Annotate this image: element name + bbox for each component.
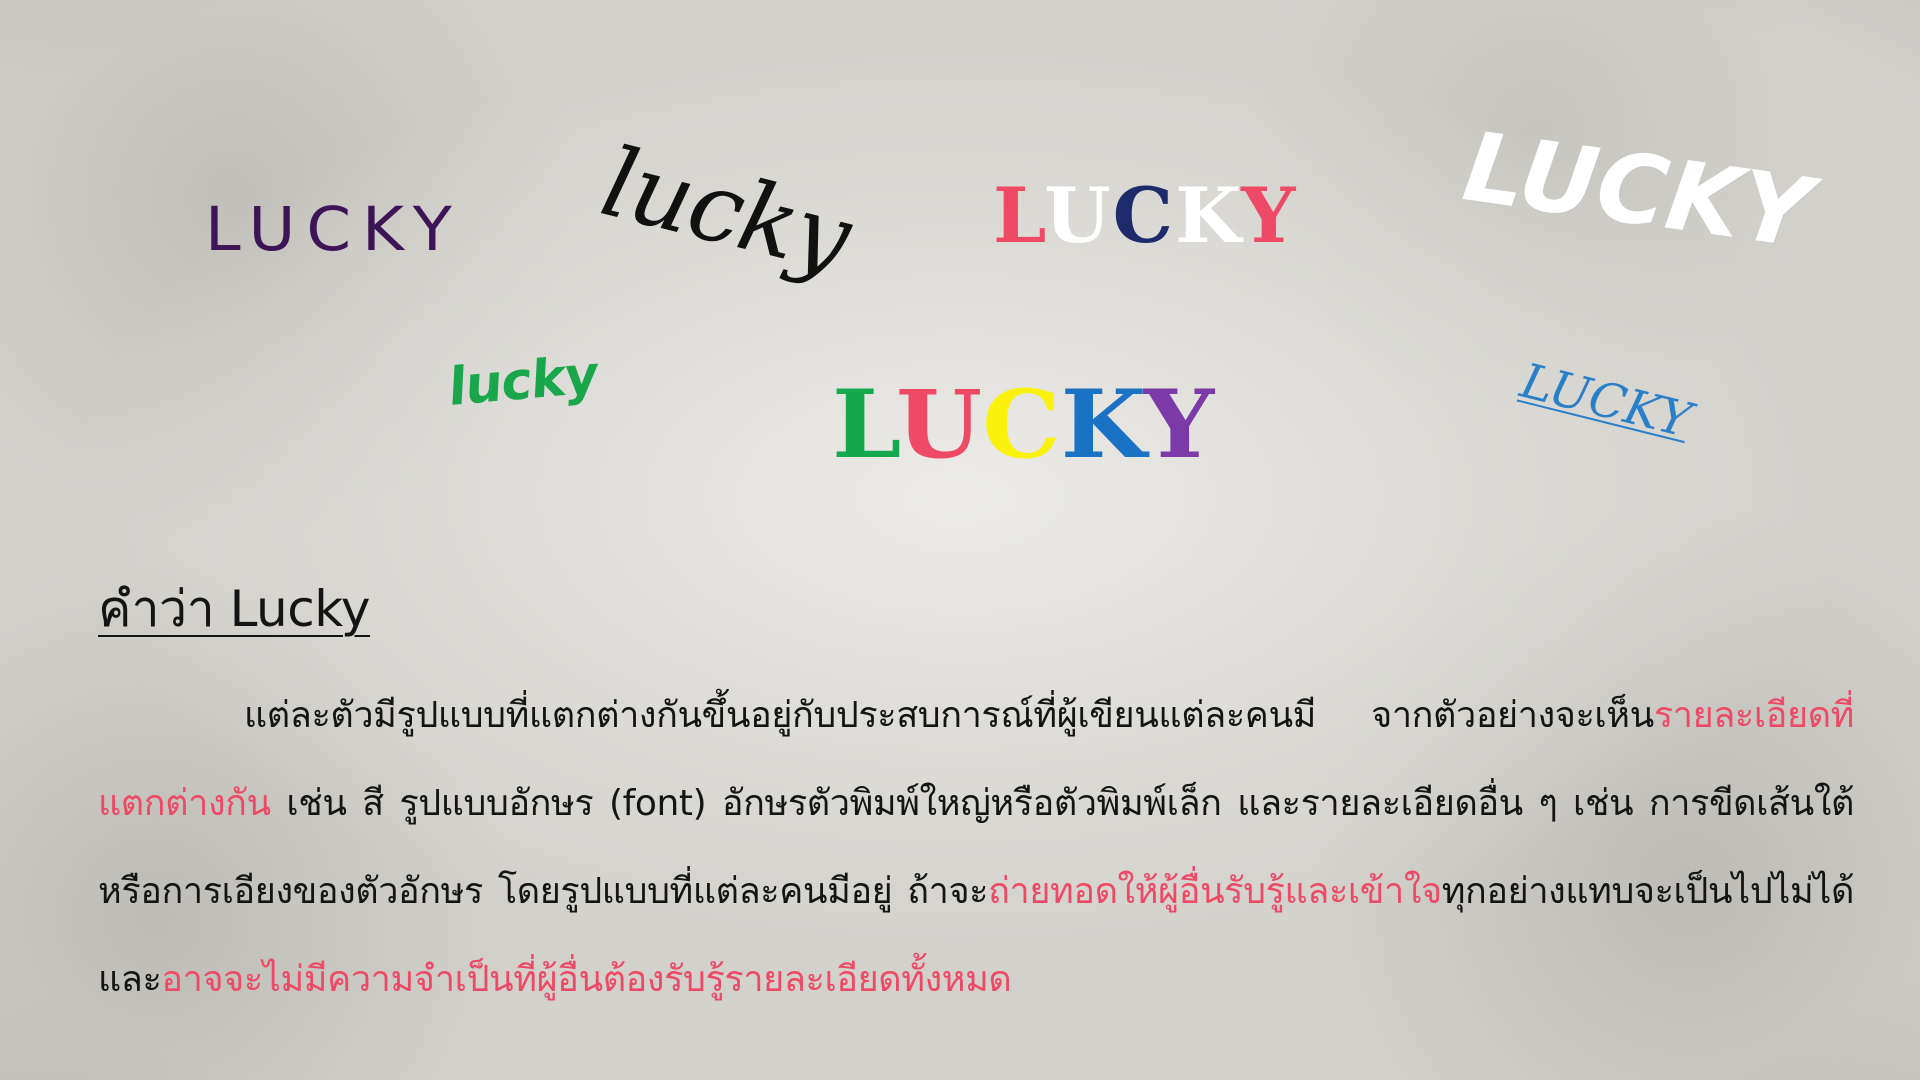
letter-l: L: [993, 171, 1045, 260]
lucky-word-thin-purple: LUCKY: [205, 194, 463, 266]
lucky-word-blue-underlined: LUCKY: [1515, 352, 1697, 449]
lucky-word-slab-multicolor: LUCKY: [993, 178, 1297, 254]
slide: LUCKY lucky LUCKY LUCKY lucky LUCKY LUCK…: [0, 0, 1920, 1080]
paragraph-highlight: ถ่ายทอดให้ผู้อื่นรับรู้และเข้าใจ: [988, 871, 1442, 912]
letter-k: K: [1175, 171, 1242, 260]
letter-y: Y: [1143, 370, 1215, 480]
letter-u: U: [896, 370, 983, 480]
letter-k: K: [1060, 370, 1144, 480]
letter-c: C: [1112, 171, 1176, 260]
lucky-word-deco-multicolor: LUCKY: [832, 378, 1214, 472]
letter-u: U: [1044, 171, 1113, 260]
letter-c: C: [982, 370, 1061, 480]
paragraph-segment: แต่ละตัวมีรูปแบบที่แตกต่างกันขึ้นอยู่กับ…: [244, 695, 1654, 736]
lucky-word-bold-green: lucky: [447, 344, 600, 419]
body-paragraph: แต่ละตัวมีรูปแบบที่แตกต่างกันขึ้นอยู่กับ…: [98, 672, 1854, 1024]
paragraph-highlight: อาจจะไม่มีความจำเป็นที่ผู้อื่นต้องรับรู้…: [161, 959, 1012, 1000]
section-heading: คำว่า Lucky: [98, 580, 371, 638]
lucky-word-brush-white: LUCKY: [1457, 110, 1818, 270]
lucky-word-script-black: lucky: [591, 125, 860, 295]
letter-y: Y: [1241, 171, 1298, 260]
letter-l: L: [832, 370, 897, 480]
